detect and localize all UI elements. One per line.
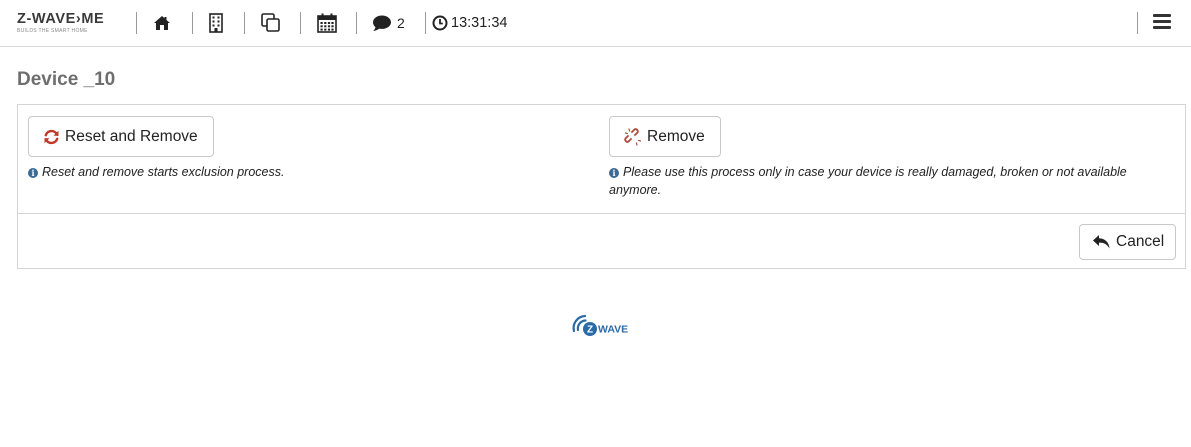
clock-display: 13:31:34 <box>432 11 516 35</box>
calendar-icon[interactable] <box>316 11 338 35</box>
remove-hint-text: Please use this process only in case you… <box>609 165 1127 197</box>
clock-time: 13:31:34 <box>451 15 508 31</box>
cancel-button[interactable]: Cancel <box>1079 224 1176 260</box>
logo-wordmark: Z-WAVE›ME <box>17 11 105 27</box>
remove-label: Remove <box>647 127 705 145</box>
zwave-me-logo[interactable]: Z-WAVE›ME BUILDS THE SMART HOME <box>17 11 121 37</box>
info-icon: i <box>28 168 38 178</box>
top-navbar: Z-WAVE›ME BUILDS THE SMART HOME 2 13:31:… <box>0 0 1191 47</box>
panel-divider <box>18 213 1185 214</box>
nav-separator <box>136 12 137 34</box>
page-title: Device _10 <box>17 69 116 90</box>
reset-hint: i Reset and remove starts exclusion proce… <box>28 163 588 181</box>
comment-icon <box>373 15 391 31</box>
nav-separator <box>425 12 426 34</box>
zwave-logo: Z WAVE <box>571 311 635 339</box>
refresh-icon <box>44 129 59 144</box>
reset-hint-text: Reset and remove starts exclusion proces… <box>42 165 285 179</box>
logo-tagline: BUILDS THE SMART HOME <box>17 28 88 34</box>
reply-icon <box>1093 235 1110 249</box>
nav-separator <box>192 12 193 34</box>
building-icon[interactable] <box>207 11 225 35</box>
info-icon: i <box>609 168 619 178</box>
nav-separator <box>1137 12 1138 34</box>
messages-button[interactable]: 2 <box>372 11 408 35</box>
nav-separator <box>244 12 245 34</box>
copy-icon[interactable] <box>260 11 282 35</box>
nav-separator <box>300 12 301 34</box>
messages-count: 2 <box>397 15 405 31</box>
hamburger-menu-icon[interactable] <box>1153 14 1171 30</box>
remove-hint: i Please use this process only in case yo… <box>609 163 1169 199</box>
nav-separator <box>356 12 357 34</box>
reset-and-remove-button[interactable]: Reset and Remove <box>28 116 214 157</box>
zwave-logo-text: WAVE <box>598 324 628 336</box>
unlink-icon <box>624 127 642 146</box>
cancel-label: Cancel <box>1116 233 1165 250</box>
reset-and-remove-label: Reset and Remove <box>65 127 198 145</box>
remove-button[interactable]: Remove <box>609 116 721 157</box>
remove-device-panel: Reset and Remove i Reset and remove start… <box>17 104 1186 269</box>
home-icon[interactable] <box>152 11 172 35</box>
zwave-logo-letter: Z <box>587 325 593 336</box>
clock-icon <box>432 15 448 31</box>
